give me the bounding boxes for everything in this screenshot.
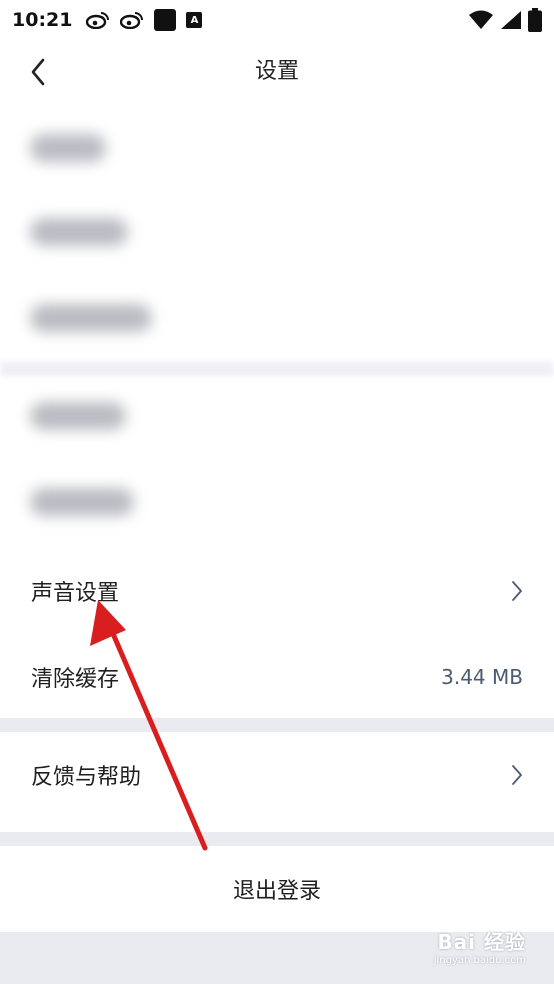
page-title: 设置: [254, 59, 299, 84]
back-button[interactable]: [18, 52, 58, 92]
blurred-item: [30, 134, 106, 162]
chevron-right-icon: [512, 765, 522, 785]
weibo-icon: [86, 12, 110, 29]
cache-size-value: 3.44 MB: [441, 665, 523, 689]
status-bar: 10:21 A: [0, 0, 554, 40]
feedback-help-row[interactable]: 反馈与帮助: [0, 732, 554, 818]
watermark-main: Bai 经验: [437, 930, 526, 954]
logout-button[interactable]: 退出登录: [0, 846, 554, 932]
app-a-icon: A: [186, 12, 203, 28]
blurred-item: [30, 488, 134, 516]
logout-label: 退出登录: [232, 879, 321, 904]
blurred-item: [30, 218, 128, 246]
clear-cache-label: 清除缓存: [31, 667, 120, 692]
blurred-divider: [0, 362, 554, 376]
chevron-left-icon: [31, 58, 45, 86]
chevron-right-icon: [512, 581, 522, 601]
watermark-sub: jingyan.baidu.com: [433, 955, 526, 966]
wifi-icon: [469, 10, 493, 29]
settings-card-feedback: 反馈与帮助: [0, 732, 554, 832]
clear-cache-row[interactable]: 清除缓存 3.44 MB: [0, 634, 554, 720]
notification-icons: A: [86, 9, 203, 31]
nav-bar: 设置: [0, 40, 554, 104]
watermark: Bai 经验 jingyan.baidu.com: [434, 926, 526, 966]
blurred-item: [30, 304, 152, 332]
status-time: 10:21: [12, 9, 73, 31]
settings-card-main: 声音设置 清除缓存 3.44 MB: [0, 538, 554, 718]
weibo-icon: [120, 12, 144, 29]
blurred-settings-block: [0, 104, 554, 538]
blurred-item: [30, 402, 126, 430]
app-square-icon: [154, 9, 177, 31]
battery-icon: [528, 8, 542, 32]
system-icons: [468, 8, 542, 32]
feedback-help-label: 反馈与帮助: [31, 765, 142, 790]
signal-icon: [501, 11, 521, 29]
sound-settings-row[interactable]: 声音设置: [0, 548, 554, 634]
sound-settings-label: 声音设置: [31, 581, 120, 606]
